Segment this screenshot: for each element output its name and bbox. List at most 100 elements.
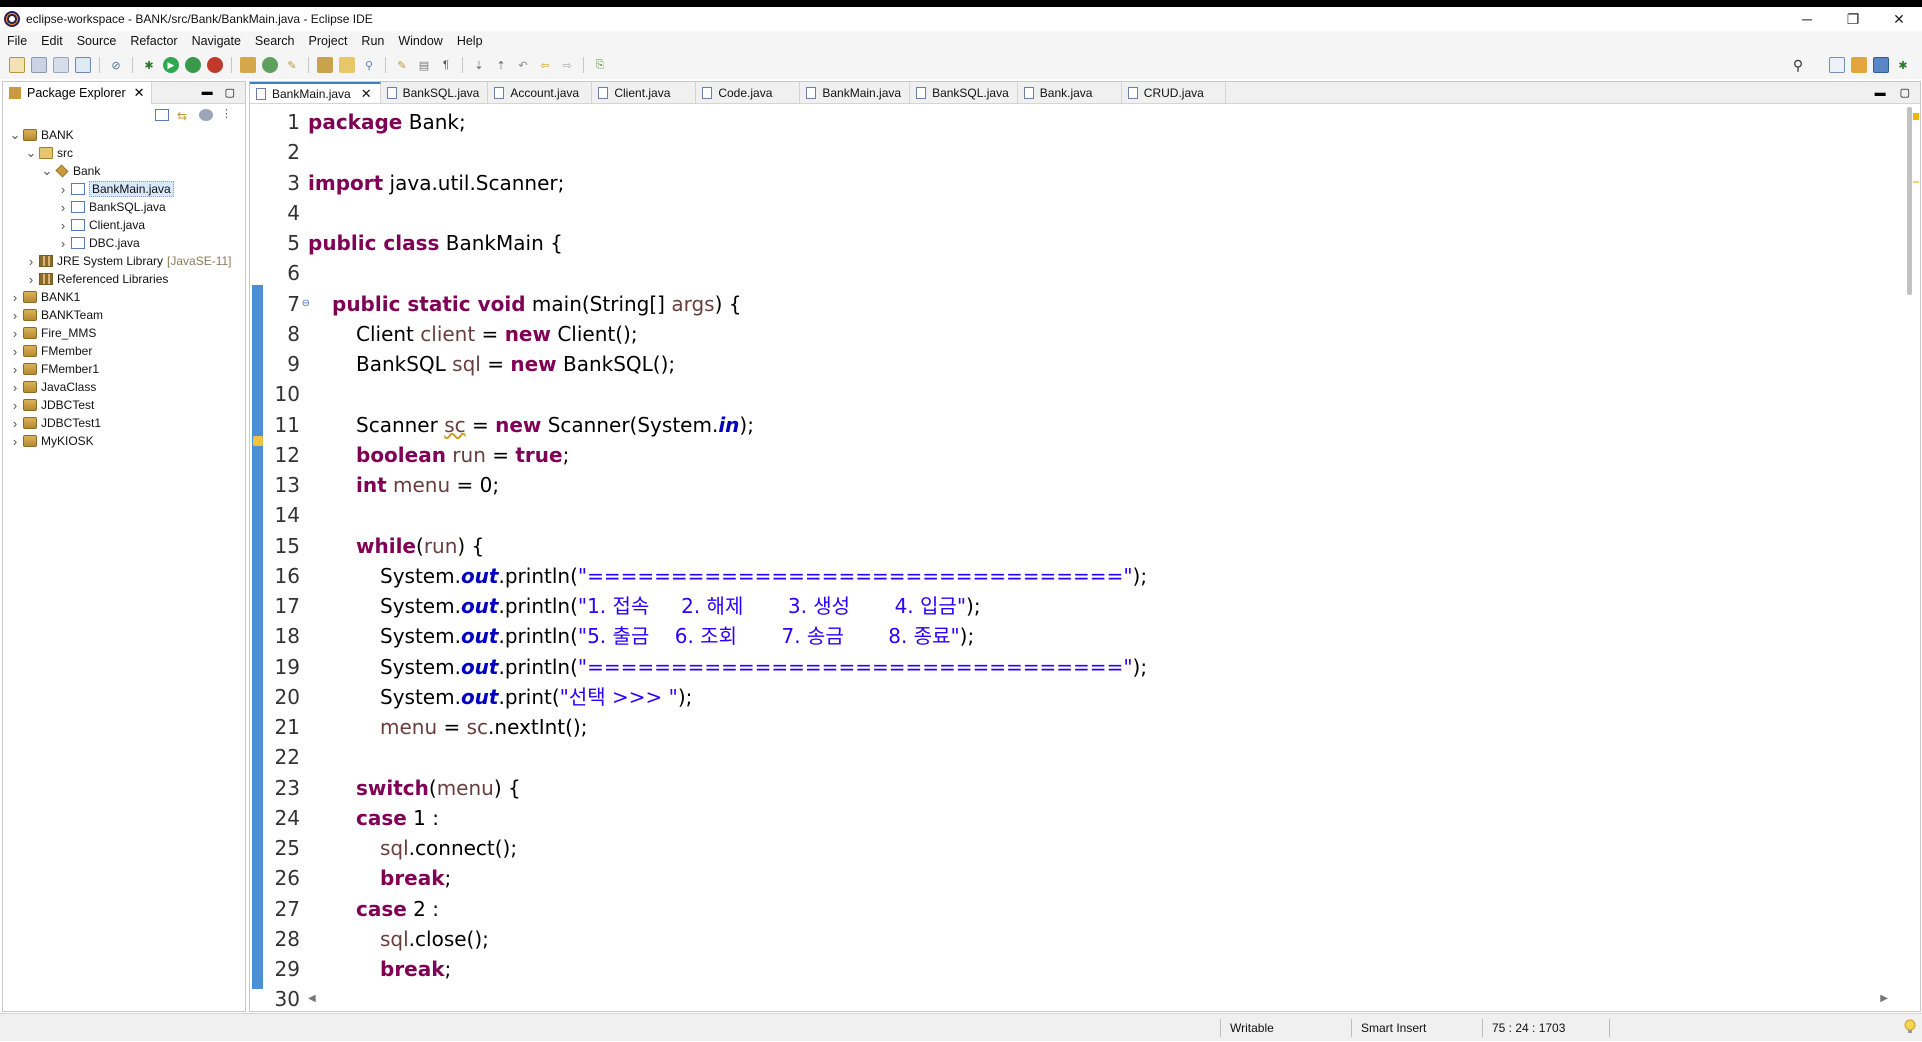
open-console-icon[interactable] <box>75 57 91 73</box>
chevron-right-icon[interactable]: › <box>25 272 37 287</box>
new-class-icon[interactable]: ✎ <box>284 57 300 73</box>
toggle-block-selection-icon[interactable]: ▤ <box>416 57 432 73</box>
chevron-right-icon[interactable]: › <box>9 398 21 413</box>
tip-lightbulb-icon[interactable] <box>1904 1019 1916 1035</box>
java-ee-perspective-icon[interactable] <box>1851 57 1867 73</box>
chevron-right-icon[interactable]: › <box>9 308 21 323</box>
pin-editor-icon[interactable]: ⎘ <box>592 57 608 73</box>
status-insert-mode[interactable]: Smart Insert <box>1353 1014 1426 1042</box>
tree-item[interactable]: › Fire_MMS <box>3 324 245 342</box>
maximize-button[interactable]: ❐ <box>1830 7 1876 31</box>
chevron-right-icon[interactable]: › <box>9 344 21 359</box>
chevron-right-icon[interactable]: › <box>25 254 37 269</box>
menu-project[interactable]: Project <box>302 34 355 48</box>
menu-run[interactable]: Run <box>354 34 391 48</box>
skip-breakpoints-icon[interactable]: ⊘ <box>108 57 124 73</box>
chevron-right-icon[interactable]: › <box>57 218 69 233</box>
back-icon[interactable]: ⇦ <box>537 57 553 73</box>
open-perspective-icon[interactable] <box>1829 57 1845 73</box>
chevron-down-icon[interactable]: ⌄ <box>25 145 37 161</box>
chevron-down-icon[interactable]: ⌄ <box>9 127 21 143</box>
editor-tab[interactable]: Client.java <box>592 82 697 103</box>
external-tools-icon[interactable] <box>207 57 223 73</box>
save-all-icon[interactable] <box>53 57 69 73</box>
minimize-button[interactable]: ─ <box>1784 7 1830 31</box>
last-edit-location-icon[interactable]: ↶ <box>515 57 531 73</box>
scrollbar-thumb[interactable] <box>1907 107 1912 295</box>
tree-item[interactable]: › MyKIOSK <box>3 432 245 450</box>
editor-tab[interactable]: Account.java <box>488 82 593 103</box>
coverage-icon[interactable] <box>185 57 201 73</box>
new-package-icon[interactable] <box>262 57 278 73</box>
tree-item[interactable]: › JavaClass <box>3 378 245 396</box>
editor-tab[interactable]: BankMain.java ✕ <box>250 82 381 103</box>
close-window-button[interactable]: ✕ <box>1876 7 1922 31</box>
tree-item[interactable]: › JDBCTest <box>3 396 245 414</box>
minimize-view-icon[interactable]: ▬ <box>202 86 213 99</box>
chevron-down-icon[interactable]: ⌄ <box>41 163 53 179</box>
link-with-editor-icon[interactable]: ⇆ <box>177 109 191 123</box>
tree-item[interactable]: ⌄ src <box>3 144 245 162</box>
menu-help[interactable]: Help <box>450 34 490 48</box>
close-icon[interactable]: ✕ <box>361 86 372 102</box>
menu-source[interactable]: Source <box>70 34 124 48</box>
scroll-left-icon[interactable]: ◀ <box>308 993 316 1004</box>
tree-item[interactable]: › FMember <box>3 342 245 360</box>
editor-tab[interactable]: BankSQL.java <box>910 82 1018 103</box>
open-task-icon[interactable] <box>339 57 355 73</box>
close-icon[interactable]: ✕ <box>134 85 145 101</box>
tree-item[interactable]: › Client.java <box>3 216 245 234</box>
tree-item[interactable]: › BANKTeam <box>3 306 245 324</box>
tree-item[interactable]: › FMember1 <box>3 360 245 378</box>
new-java-project-icon[interactable] <box>240 57 256 73</box>
editor-tab[interactable]: Code.java <box>696 82 801 103</box>
menu-edit[interactable]: Edit <box>34 34 70 48</box>
menu-file[interactable]: File <box>0 34 34 48</box>
tree-item[interactable]: › BankSQL.java <box>3 198 245 216</box>
maximize-view-icon[interactable]: ▢ <box>225 86 235 99</box>
chevron-right-icon[interactable]: › <box>9 416 21 431</box>
search-toolbar-icon[interactable]: ⚲ <box>361 57 377 73</box>
toggle-mark-occurrences-icon[interactable]: ✎ <box>394 57 410 73</box>
java-perspective-icon[interactable] <box>1873 57 1889 73</box>
tree-item[interactable]: ⌄ Bank <box>3 162 245 180</box>
chevron-right-icon[interactable]: › <box>9 290 21 305</box>
menu-refactor[interactable]: Refactor <box>123 34 184 48</box>
tree-item[interactable]: › DBC.java <box>3 234 245 252</box>
horizontal-scrollbar[interactable]: ◀ ▶ <box>308 993 1888 1007</box>
chevron-right-icon[interactable]: › <box>57 236 69 251</box>
show-whitespace-icon[interactable]: ¶ <box>438 57 454 73</box>
maximize-editor-icon[interactable]: ▢ <box>1900 86 1910 99</box>
editor-tab[interactable]: Bank.java <box>1018 82 1122 103</box>
chevron-right-icon[interactable]: › <box>9 434 21 449</box>
menu-search[interactable]: Search <box>248 34 302 48</box>
debug-icon[interactable]: ✱ <box>141 57 157 73</box>
status-cursor-position[interactable]: 75 : 24 : 1703 <box>1484 1014 1565 1042</box>
editor-tab[interactable]: BankMain.java <box>800 82 911 103</box>
tree-item[interactable]: › JDBCTest1 <box>3 414 245 432</box>
chevron-right-icon[interactable]: › <box>9 380 21 395</box>
run-icon[interactable]: ▶ <box>163 57 179 73</box>
open-type-icon[interactable] <box>317 57 333 73</box>
scroll-right-icon[interactable]: ▶ <box>1880 993 1888 1004</box>
chevron-right-icon[interactable]: › <box>9 362 21 377</box>
tree-item[interactable]: ⌄ BANK <box>3 126 245 144</box>
tree-item[interactable]: › BankMain.java <box>3 180 245 198</box>
focus-active-task-icon[interactable] <box>199 109 213 121</box>
prev-annotation-icon[interactable]: ⇡ <box>493 57 509 73</box>
collapse-all-icon[interactable] <box>155 109 169 121</box>
code-text-area[interactable]: package Bank; import java.util.Scanner; pu… <box>308 105 1888 989</box>
forward-icon[interactable]: ⇨ <box>559 57 575 73</box>
tree-item[interactable]: › Referenced Libraries <box>3 270 245 288</box>
menu-navigate[interactable]: Navigate <box>185 34 248 48</box>
overview-warning-marker[interactable] <box>1913 113 1919 120</box>
tree-item[interactable]: › BANK1 <box>3 288 245 306</box>
overview-occurrence-marker[interactable] <box>1913 181 1919 183</box>
menu-window[interactable]: Window <box>391 34 449 48</box>
chevron-right-icon[interactable]: › <box>57 200 69 215</box>
debug-perspective-icon[interactable]: ✱ <box>1895 57 1911 73</box>
chevron-right-icon[interactable]: › <box>57 182 69 197</box>
next-annotation-icon[interactable]: ⇣ <box>471 57 487 73</box>
editor-tab[interactable]: BankSQL.java <box>381 82 489 103</box>
editor-tab[interactable]: CRUD.java <box>1122 82 1226 103</box>
